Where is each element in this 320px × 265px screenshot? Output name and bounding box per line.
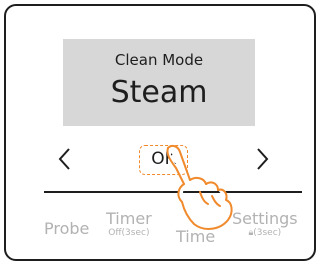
previous-button[interactable] [56,146,74,172]
tab-probe-label: Probe [44,219,90,238]
tab-timer-sub: Off(3sec) [108,228,150,238]
tab-timer-label: Timer [106,209,152,228]
pointing-hand-icon [166,144,233,230]
mode-value: Steam [110,75,208,110]
tab-timer[interactable]: Timer Off(3sec) [106,210,152,239]
tab-probe[interactable]: Probe [44,220,89,238]
mode-display: Clean Mode Steam [63,39,255,126]
tab-settings-sub: (3sec) [253,228,282,238]
mode-label: Clean Mode [114,51,204,69]
chevron-left-icon [58,148,70,170]
